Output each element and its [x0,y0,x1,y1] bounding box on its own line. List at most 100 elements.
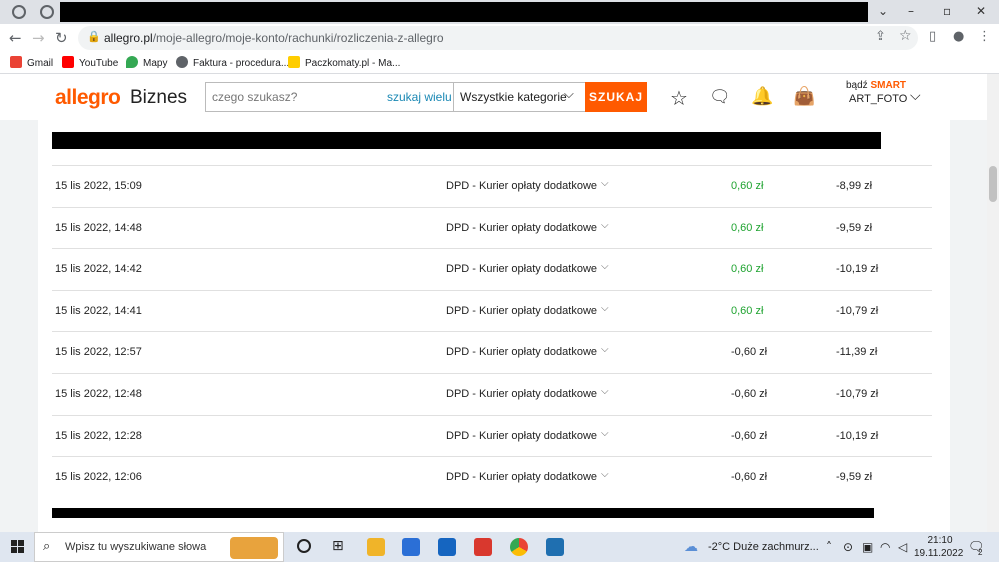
tray-app-icon[interactable]: ▣ [862,540,873,554]
paczkomaty-icon [288,56,300,68]
clock-date[interactable]: 19.11.2022 [914,548,963,559]
bookmark-mapy[interactable]: Mapy [126,56,167,69]
forward-icon[interactable]: → [32,29,45,47]
task-view-icon[interactable]: ⊞ [332,538,344,554]
scrollbar-thumb[interactable] [989,166,997,202]
category-select[interactable]: Wszystkie kategorie ⌵ [453,83,587,111]
chevron-down-icon[interactable]: ⌵ [601,344,609,355]
table-row[interactable]: 15 lis 2022, 12:28 DPD - Kurier opłaty do… [52,414,932,457]
url-text[interactable]: allegro.pl/moje-allegro/moje-konto/rachu… [104,31,444,45]
restore-icon[interactable]: ▫ [943,4,951,18]
table-row[interactable]: 15 lis 2022, 14:48 DPD - Kurier opłaty do… [52,206,932,249]
transaction-amount: 0,60 zł [731,180,764,192]
transaction-amount: 0,60 zł [731,221,764,234]
chevron-down-icon[interactable]: ⌵ [601,469,609,480]
weather-text[interactable]: -2°C Duże zachmurz... [708,541,819,553]
transaction-balance: -8,99 zł [836,180,873,192]
search-highlight-icon [230,537,278,559]
sidepanel-icon[interactable]: ▯ [929,29,936,44]
category-label: Wszystkie kategorie [460,90,567,104]
gmail-icon [10,56,22,68]
store-icon[interactable] [402,538,420,556]
share-icon[interactable]: ⇪ [875,29,886,44]
search-input[interactable]: czego szukasz? [212,90,297,104]
logo-suffix[interactable]: Biznes [130,87,187,109]
url-host: allegro.pl [104,31,153,45]
tab-search-icon[interactable]: ⌄ [878,4,888,18]
star-icon[interactable]: ☆ [670,86,688,110]
profile-icon[interactable]: ● [953,29,964,44]
file-explorer-icon[interactable] [367,538,385,556]
bookmark-star-icon[interactable]: ☆ [899,28,912,44]
bookmark-faktura[interactable]: Faktura - procedura... [176,56,289,69]
transaction-description: DPD - Kurier opłaty dodatkowe [446,304,598,317]
chevron-down-icon[interactable]: ⌵ [601,303,609,314]
user-name[interactable]: ART_FOTO [849,93,907,105]
chevron-down-icon[interactable]: ⌵ [601,428,609,439]
transaction-amount: -0,60 zł [731,346,768,359]
search-many-link[interactable]: szukaj wielu [387,90,452,104]
cortana-icon[interactable] [297,539,311,553]
transaction-description: DPD - Kurier opłaty dodatkowe [446,471,598,484]
bookmark-youtube[interactable]: YouTube [62,56,118,69]
windows-start-icon[interactable] [11,540,25,554]
menu-icon[interactable]: ⋮ [978,29,991,44]
lock-icon[interactable]: 🔒 [87,30,101,43]
minimize-icon[interactable]: – [908,4,914,18]
smart-brand: SMART [870,80,907,91]
taskbar-search[interactable]: ⌕ Wpisz tu wyszukiwane słowa [34,532,284,562]
transaction-description: DPD - Kurier opłaty dodatkowe [446,346,598,359]
tab-icon[interactable] [12,5,26,19]
bookmark-paczkomaty[interactable]: Paczkomaty.pl - Ma... [288,56,400,69]
cart-icon[interactable]: 👜 [793,86,815,107]
chevron-down-icon[interactable]: ⌵ [601,261,609,272]
transaction-amount: 0,60 zł [731,304,764,317]
close-icon[interactable]: ✕ [976,4,986,18]
bell-icon[interactable]: 🔔 [751,86,773,107]
chevron-up-icon[interactable]: ˄ [826,540,832,554]
wifi-icon[interactable]: ◠ [880,540,890,554]
transaction-amount: -0,60 zł [731,471,768,484]
mail-icon[interactable] [438,538,456,556]
table-row[interactable]: 15 lis 2022, 12:57 DPD - Kurier opłaty do… [52,331,932,373]
table-row[interactable]: 15 lis 2022, 14:41 DPD - Kurier opłaty do… [52,289,932,332]
smart-prefix: bądź [846,80,868,91]
gift-icon[interactable] [474,538,492,556]
transaction-date: 15 lis 2022, 12:57 [55,346,142,359]
chevron-down-icon: ⌵ [564,87,574,102]
globe-icon [176,56,188,68]
address-bar[interactable]: 🔒 allegro.pl/moje-allegro/moje-konto/rac… [78,26,918,50]
transaction-date: 15 lis 2022, 14:42 [55,263,142,276]
transaction-description: DPD - Kurier opłaty dodatkowe [446,263,598,276]
photos-icon[interactable] [546,538,564,556]
transaction-date: 15 lis 2022, 12:28 [55,429,142,442]
smart-label[interactable]: bądź SMART [846,80,906,91]
reload-icon[interactable]: ↻ [55,29,68,47]
maps-icon [126,56,138,68]
table-row[interactable]: 15 lis 2022, 15:09 DPD - Kurier opłaty do… [52,165,932,207]
chevron-down-icon[interactable]: ⌵ [601,220,609,231]
bookmark-gmail[interactable]: Gmail [10,56,53,69]
chevron-down-icon[interactable]: ⌵ [910,88,921,104]
youtube-icon [62,56,74,68]
allegro-logo[interactable]: allegro [55,86,121,110]
redacted-row [52,508,874,518]
transaction-description: DPD - Kurier opłaty dodatkowe [446,388,598,400]
back-icon[interactable]: ← [9,29,22,47]
volume-icon[interactable]: ◁ [898,540,907,554]
search-button[interactable]: SZUKAJ [585,82,647,112]
weather-icon[interactable]: ☁ [684,539,698,555]
table-row[interactable]: 15 lis 2022, 14:42 DPD - Kurier opłaty do… [52,248,932,290]
table-row[interactable]: 15 lis 2022, 12:48 DPD - Kurier opłaty do… [52,373,932,415]
chevron-down-icon[interactable]: ⌵ [601,386,609,397]
clock-time[interactable]: 21:10 [920,535,960,546]
transaction-amount: 0,60 zł [731,263,764,276]
tray-app-icon[interactable]: ⊙ [843,540,853,554]
messages-icon[interactable]: 🗨 [709,87,731,107]
taskbar-search-input[interactable]: Wpisz tu wyszukiwane słowa [65,541,206,553]
chrome-icon[interactable] [510,538,528,556]
chevron-down-icon[interactable]: ⌵ [601,178,609,189]
table-row[interactable]: 15 lis 2022, 12:06 DPD - Kurier opłaty do… [52,456,932,498]
page-scrollbar[interactable] [987,74,999,532]
tab-icon[interactable] [40,5,54,19]
